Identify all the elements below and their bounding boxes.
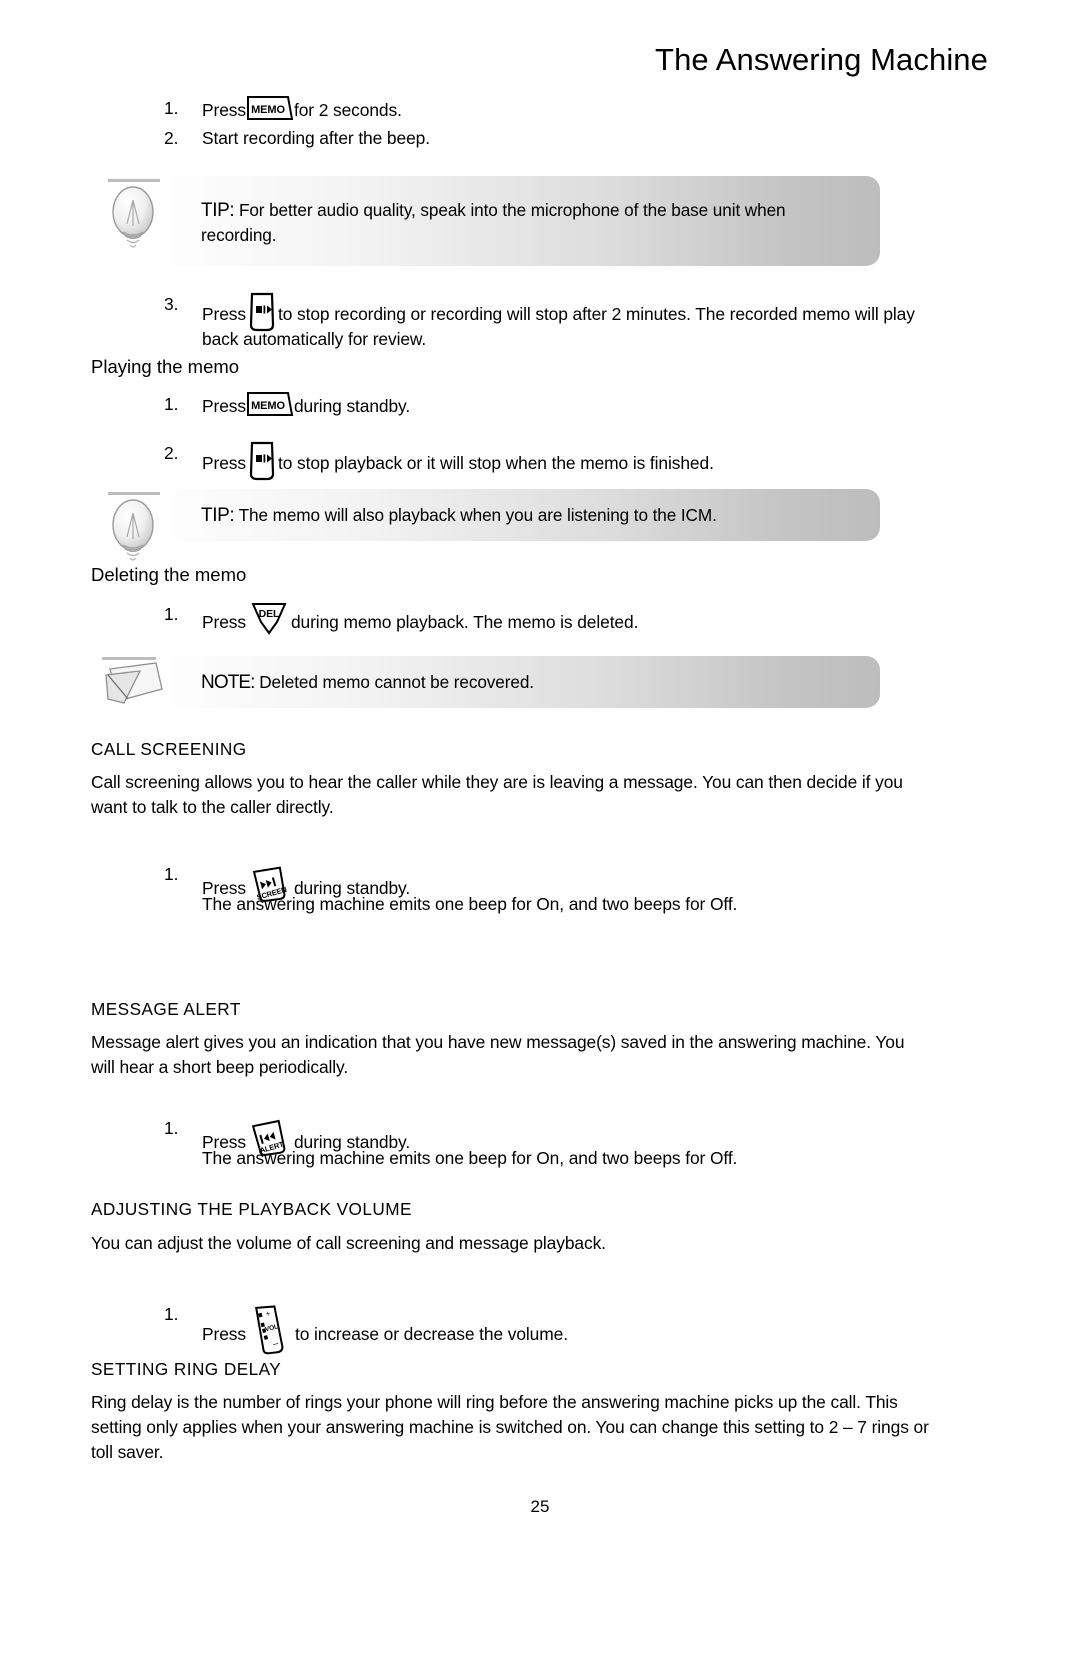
note-callout-deleted-text: NOTE: Deleted memo cannot be recovered. xyxy=(201,670,854,695)
list-item: 2. Press to stop playback or it will stop… xyxy=(164,441,924,481)
section-heading-call-screening: CALL SCREENING xyxy=(91,739,247,759)
list-number: 1. xyxy=(164,1118,179,1138)
step-text-after: to increase or decrease the volume. xyxy=(294,1324,568,1344)
list-text: Press DEL during memo playback. The memo i… xyxy=(202,602,638,635)
step-text-before: Press xyxy=(202,1324,246,1344)
section-body-call-screening: Call screening allows you to hear the ca… xyxy=(91,772,903,817)
list-number: 1. xyxy=(164,864,179,884)
list-text: Press MEMO during standby. xyxy=(202,392,410,419)
list-item: 1. Press DEL during memo playback. The mem… xyxy=(164,602,924,635)
list-item: 1. Press MEMO for 2 seconds. xyxy=(164,96,924,123)
stop-play-key-icon[interactable] xyxy=(248,441,276,481)
step-text-before: Press xyxy=(202,453,246,473)
tip-body: For better audio quality, speak into the… xyxy=(201,200,786,245)
section-heading-message-alert: MESSAGE ALERT xyxy=(91,999,241,1019)
list-number: 2. xyxy=(164,443,179,463)
step-text-before: Press xyxy=(202,100,246,120)
list-number: 3. xyxy=(164,294,179,314)
step-text-after: during standby. xyxy=(293,396,411,416)
tip-callout-recording: TIP: For better audio quality, speak int… xyxy=(175,176,880,266)
step-text-before: Press xyxy=(202,612,246,632)
subsection-deleting-memo-heading: Deleting the memo xyxy=(91,564,247,585)
subsection-playing-memo-heading: Playing the memo xyxy=(91,356,240,377)
note-paper-icon xyxy=(100,655,166,707)
tip-body: The memo will also playback when you are… xyxy=(238,505,717,525)
list-number: 1. xyxy=(164,604,179,624)
page-number: 25 xyxy=(530,1497,550,1516)
call-screening-beep-note: The answering machine emits one beep for… xyxy=(202,894,738,914)
note-callout-deleted: NOTE: Deleted memo cannot be recovered. xyxy=(175,656,880,708)
section-heading-ring-delay: SETTING RING DELAY xyxy=(91,1359,282,1379)
list-number: 1. xyxy=(164,98,179,118)
memo-key-icon[interactable]: MEMO xyxy=(246,392,294,416)
del-key-icon[interactable]: DEL xyxy=(249,602,289,636)
step-text-before: Press xyxy=(202,304,246,324)
list-item: 1. Press MEMO during standby. xyxy=(164,392,924,419)
manual-page: The Answering Machine 1. Press MEMO for 2 … xyxy=(0,0,1080,1669)
lightbulb-icon xyxy=(105,489,167,571)
tip-callout-icm: TIP: The memo will also playback when yo… xyxy=(175,489,880,541)
tip-label: TIP: xyxy=(201,505,235,526)
list-number: 1. xyxy=(164,394,179,414)
svg-text:MEMO: MEMO xyxy=(251,104,285,116)
lightbulb-icon xyxy=(105,176,167,258)
list-text: Press to stop recording or recording will… xyxy=(202,292,932,352)
section-body-playback-volume: You can adjust the volume of call screen… xyxy=(91,1233,606,1253)
vol-key-icon[interactable]: + VOL – xyxy=(250,1302,292,1358)
step-text-after: during memo playback. The memo is delete… xyxy=(290,612,639,632)
list-item: 1. Press + VOL – to increase or decrease the… xyxy=(164,1302,924,1355)
tip-callout-recording-text: TIP: For better audio quality, speak int… xyxy=(201,198,854,248)
memo-key-icon[interactable]: MEMO xyxy=(246,96,294,120)
list-item: 3. Press to stop recording or recording w… xyxy=(164,292,932,352)
tip-label: TIP: xyxy=(201,200,235,221)
list-text: Press + VOL – to increase or decrease the vo… xyxy=(202,1302,568,1355)
step-text-after: for 2 seconds. xyxy=(293,100,402,120)
list-number: 2. xyxy=(164,128,179,148)
note-label: NOTE: xyxy=(201,672,255,693)
svg-text:DEL: DEL xyxy=(259,608,280,620)
page-title: The Answering Machine xyxy=(655,42,988,77)
svg-text:MEMO: MEMO xyxy=(251,400,285,412)
list-item: 2. Start recording after the beep. xyxy=(164,126,924,151)
message-alert-beep-note: The answering machine emits one beep for… xyxy=(202,1148,738,1168)
step-text-after: to stop playback or it will stop when th… xyxy=(277,453,714,473)
list-text: Press to stop playback or it will stop wh… xyxy=(202,441,714,481)
tip-callout-icm-text: TIP: The memo will also playback when yo… xyxy=(201,503,854,528)
section-heading-playback-volume: ADJUSTING THE PLAYBACK VOLUME xyxy=(91,1199,412,1219)
list-number: 1. xyxy=(164,1304,179,1324)
section-body-message-alert: Message alert gives you an indication th… xyxy=(91,1032,905,1077)
step-text-after: to stop recording or recording will stop… xyxy=(202,304,915,349)
section-body-ring-delay: Ring delay is the number of rings your p… xyxy=(91,1392,929,1462)
list-text: Press MEMO for 2 seconds. xyxy=(202,96,402,123)
stop-play-key-icon[interactable] xyxy=(248,292,276,332)
step-text-before: Press xyxy=(202,396,246,416)
note-body: Deleted memo cannot be recovered. xyxy=(259,672,534,692)
list-text: Start recording after the beep. xyxy=(202,128,430,148)
